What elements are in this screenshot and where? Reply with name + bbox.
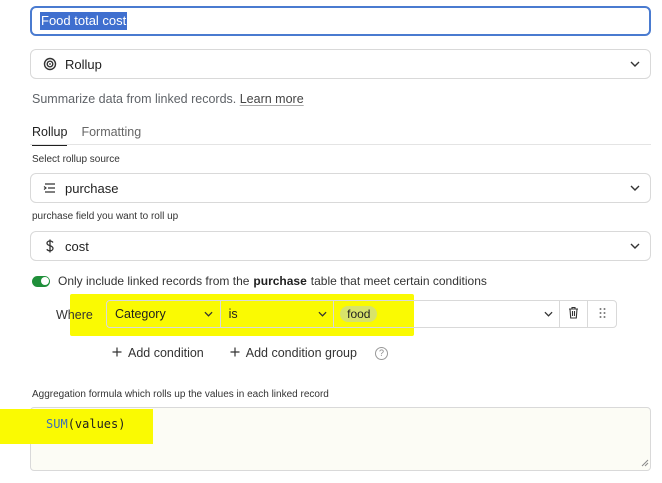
field-description: Summarize data from linked records. Lear… (32, 92, 304, 106)
chevron-down-icon (198, 311, 220, 317)
conditions-toggle[interactable] (32, 275, 50, 287)
dollar-icon (41, 237, 59, 255)
plus-icon (112, 346, 122, 360)
rollup-field-select[interactable]: cost (30, 231, 651, 261)
chevron-down-icon (620, 61, 650, 67)
rollup-field-value: cost (65, 238, 89, 254)
table-name: purchase (253, 274, 307, 288)
condition-value-pill: food (340, 306, 378, 322)
linked-table-icon (41, 179, 59, 197)
help-icon[interactable]: ? (374, 346, 388, 360)
where-label: Where (56, 308, 93, 322)
plus-icon (230, 346, 240, 360)
learn-more-link[interactable]: Learn more (240, 92, 304, 106)
add-condition-button[interactable]: Add condition (112, 346, 204, 360)
rollup-source-select[interactable]: purchase (30, 173, 651, 203)
trash-icon (568, 306, 579, 322)
tabs-divider (30, 144, 651, 145)
resize-handle-icon[interactable] (641, 455, 649, 470)
chevron-down-icon (620, 243, 650, 249)
field-name-value: Food total cost (40, 12, 128, 30)
rollup-source-label: Select rollup source (32, 154, 120, 165)
add-condition-group-button[interactable]: Add condition group (230, 346, 357, 360)
condition-value-select[interactable]: food (334, 301, 561, 327)
formula-function: SUM (46, 417, 68, 431)
delete-condition-button[interactable] (560, 301, 589, 327)
chevron-down-icon (311, 311, 333, 317)
aggregation-label: Aggregation formula which rolls up the v… (32, 389, 329, 400)
tab-rollup[interactable]: Rollup (32, 125, 68, 146)
chevron-down-icon (537, 311, 559, 317)
condition-field-select[interactable]: Category (107, 301, 221, 327)
drag-condition-handle[interactable] (588, 301, 616, 327)
condition-row: Category is food (106, 300, 617, 328)
rollup-source-value: purchase (65, 180, 119, 196)
aggregation-formula-text: SUM(values) (46, 417, 125, 431)
conditions-toggle-row: Only include linked records from the pur… (32, 274, 487, 288)
field-type-label: Rollup (65, 56, 102, 72)
rollup-field-label: purchase field you want to roll up (32, 211, 179, 222)
field-type-select[interactable]: Rollup (30, 49, 651, 79)
add-condition-row: Add condition Add condition group ? (112, 346, 388, 360)
formula-args: (values) (67, 417, 126, 431)
drag-handle-icon (599, 307, 606, 322)
rollup-icon (41, 55, 59, 73)
config-tabs: Rollup Formatting (32, 125, 141, 146)
chevron-down-icon (620, 185, 650, 191)
tab-formatting[interactable]: Formatting (81, 125, 141, 146)
field-name-input[interactable]: Food total cost (30, 6, 651, 36)
condition-operator-select[interactable]: is (221, 301, 335, 327)
